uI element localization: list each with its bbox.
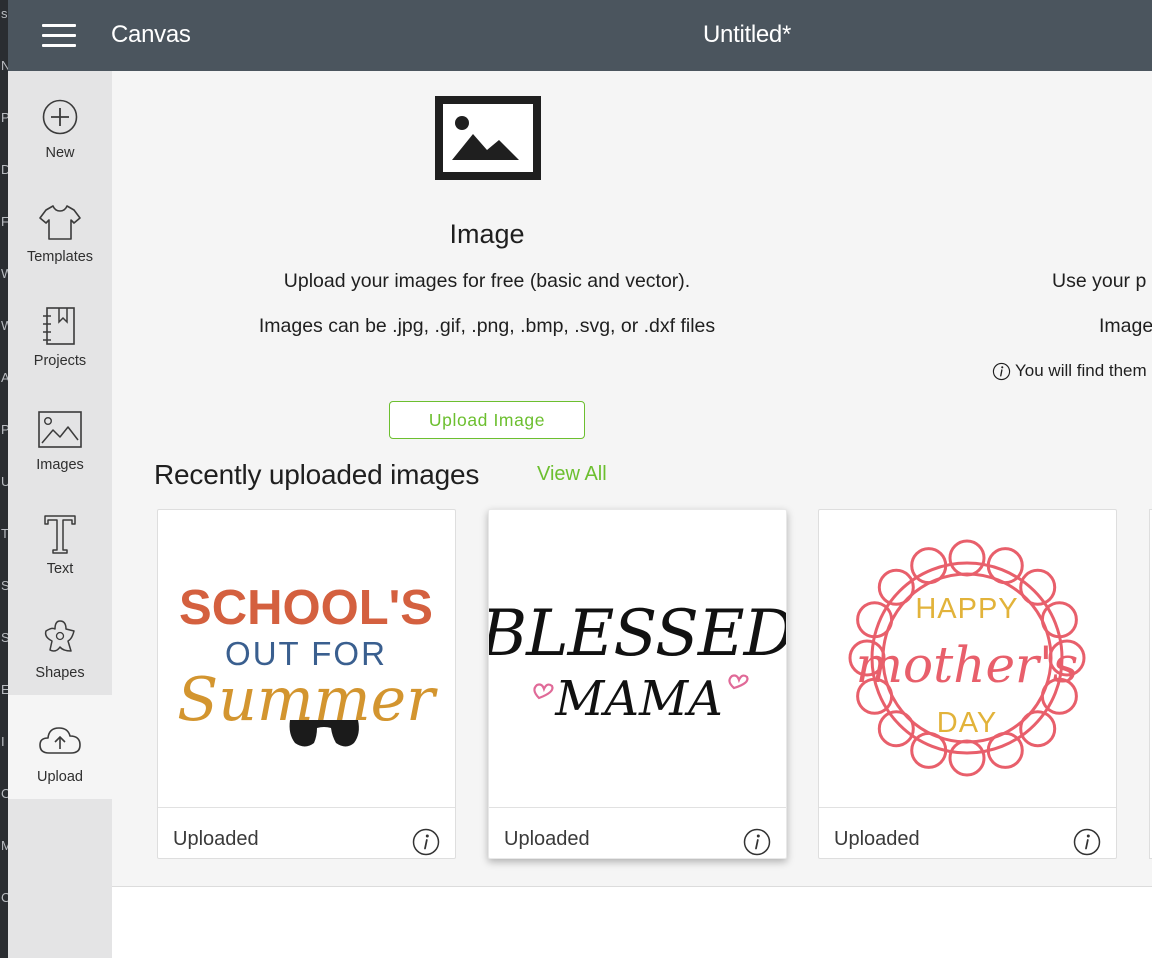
edge-letter: P — [1, 422, 8, 437]
scallop-shape — [1019, 568, 1057, 606]
edge-letter: D — [1, 162, 8, 177]
info-icon — [992, 362, 1011, 380]
scallop-shape — [948, 739, 986, 777]
sidebar-item-new[interactable]: New — [8, 71, 112, 175]
image-thumbnail: BLESSED MAMA — [489, 597, 786, 727]
edge-letter: T — [1, 526, 8, 541]
edge-letter: P — [1, 110, 8, 125]
info-note: You will find them — [992, 361, 1147, 381]
edge-letter: F — [1, 214, 8, 229]
scallop-shape — [948, 539, 986, 577]
art-text: DAY — [937, 707, 997, 739]
sidebar-item-label: Shapes — [35, 665, 85, 681]
app-name: Canvas — [111, 21, 191, 48]
art-text: mother's — [856, 636, 1079, 694]
heart-graphic — [728, 674, 749, 690]
top-bar: Canvas Untitled* — [8, 0, 1152, 71]
other-upload-subtitle: Image — [1099, 315, 1152, 337]
sidebar-item-label: Images — [36, 457, 84, 473]
upload-description: Upload your images for free (basic and v… — [283, 270, 691, 292]
image-thumbnail: SCHOOL'S OUT FOR Summer — [177, 581, 438, 747]
sidebar-item-label: Templates — [26, 249, 94, 265]
art-text: HAPPY — [915, 593, 1018, 625]
art-text: SCHOOL'S — [179, 581, 433, 635]
edge-letter: C — [1, 786, 8, 801]
notebook-icon — [43, 307, 75, 345]
edge-letter: S — [1, 578, 8, 593]
card-footer: Uploaded — [819, 807, 1116, 859]
edge-letter: W — [1, 318, 8, 333]
card-footer: Uploaded — [158, 807, 455, 859]
sidebar-item-shapes[interactable]: Shapes — [8, 591, 112, 695]
edge-letter: s — [1, 6, 8, 21]
sidebar-item-text[interactable]: Text — [8, 487, 112, 591]
document-title[interactable]: Untitled* — [703, 21, 791, 49]
edge-letter: A — [1, 370, 8, 385]
scallop-shape — [877, 710, 915, 748]
upload-status: Uploaded — [834, 828, 920, 850]
other-upload-section: Use your p Image You will find them — [992, 71, 1152, 401]
uploaded-image-card[interactable]: BLESSED MAMA Uploaded — [488, 509, 787, 859]
sidebar-item-projects[interactable]: Projects — [8, 279, 112, 383]
upload-panel: Image Upload your images for free (basic… — [112, 71, 1152, 887]
sidebar: New Templates Projects Images Text Shape… — [8, 71, 112, 958]
sidebar-item-label: Text — [46, 561, 74, 577]
section-title: Image — [449, 219, 525, 249]
edge-letter: C — [1, 890, 8, 905]
plus-circle-icon — [42, 99, 78, 135]
heart-graphic — [533, 683, 554, 700]
menu-icon[interactable] — [42, 24, 76, 48]
edge-letter: M — [1, 838, 8, 853]
scallop-shape — [1019, 710, 1057, 748]
art-text: MAMA — [554, 671, 723, 727]
edge-letter: N — [1, 58, 8, 73]
info-icon[interactable] — [743, 828, 771, 856]
empty-area — [112, 888, 1152, 958]
sidebar-item-label: New — [45, 145, 75, 161]
sidebar-item-upload[interactable]: Upload — [8, 695, 112, 799]
sidebar-item-label: Upload — [37, 769, 83, 785]
info-icon[interactable] — [1073, 828, 1101, 856]
tshirt-icon — [39, 205, 81, 240]
scallop-shape — [877, 568, 915, 606]
image-upload-icon — [435, 96, 541, 180]
file-types-description: Images can be .jpg, .gif, .png, .bmp, .s… — [258, 315, 716, 337]
image-icon — [38, 411, 82, 448]
edge-letter: I — [1, 734, 5, 749]
upload-status: Uploaded — [173, 828, 259, 850]
recent-uploads-title: Recently uploaded images — [154, 459, 480, 490]
view-all-link[interactable]: View All — [537, 463, 607, 486]
uploaded-image-card[interactable]: SCHOOL'S OUT FOR Summer Uploaded — [157, 509, 456, 859]
sidebar-item-images[interactable]: Images — [8, 383, 112, 487]
uploaded-image-card[interactable]: HAPPY mother's DAY Uploaded — [818, 509, 1117, 859]
info-icon[interactable] — [412, 828, 440, 856]
shapes-icon — [44, 620, 75, 652]
text-t-icon — [44, 515, 76, 554]
sidebar-item-templates[interactable]: Templates — [8, 175, 112, 279]
edge-letter: S — [1, 630, 8, 645]
card-footer: Uploaded — [489, 807, 786, 859]
edge-letter: E — [1, 682, 8, 697]
sidebar-item-label: Projects — [33, 353, 87, 369]
cloud-upload-icon — [39, 727, 81, 754]
edge-letter: U — [1, 474, 8, 489]
art-text: BLESSED — [489, 597, 786, 671]
other-upload-description: Use your p — [1052, 270, 1147, 292]
image-thumbnail: HAPPY mother's DAY — [848, 539, 1086, 777]
upload-image-button[interactable]: Upload Image — [389, 401, 585, 439]
edge-letter: W — [1, 266, 8, 281]
background-window-edge: s N P D F W W A P U T S S E I C M C — [0, 0, 8, 958]
upload-status: Uploaded — [504, 828, 590, 850]
info-note-text: You will find them — [1015, 361, 1147, 380]
